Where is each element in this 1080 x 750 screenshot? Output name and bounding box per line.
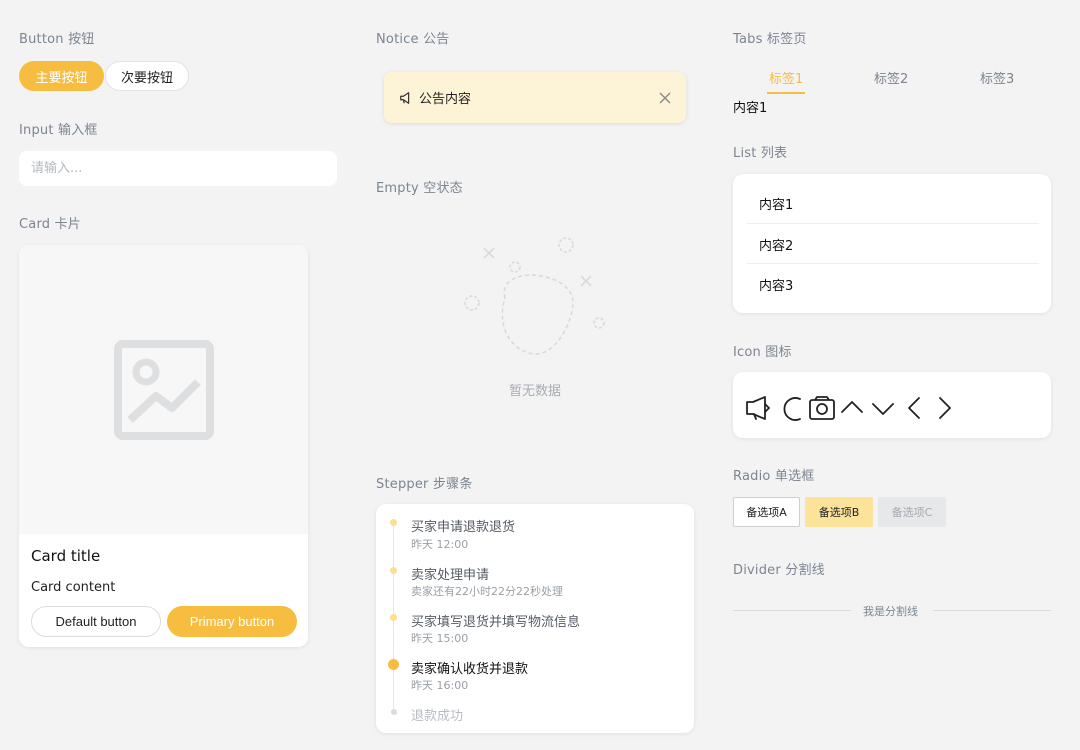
step-dot xyxy=(390,614,397,621)
secondary-button[interactable]: 次要按钮 xyxy=(105,61,189,91)
radio-option-a[interactable]: 备选项A xyxy=(733,497,800,527)
divider-text: 我是分割线 xyxy=(863,605,918,618)
radio-section-title: Radio 单选框 xyxy=(733,469,815,484)
step-subtitle: 昨天 15:00 xyxy=(411,632,469,645)
radio-option-b-selected[interactable]: 备选项B xyxy=(805,497,873,527)
step-subtitle: 昨天 12:00 xyxy=(411,538,469,551)
card-content: Card content xyxy=(31,580,116,595)
chevron-up-icon xyxy=(841,401,863,413)
step-title: 买家填写退货并填写物流信息 xyxy=(411,615,581,630)
primary-button[interactable]: 主要按钮 xyxy=(19,61,104,91)
step-title-active: 卖家确认收货并退款 xyxy=(411,662,529,677)
empty-section-title: Empty 空状态 xyxy=(376,181,463,196)
icon-row xyxy=(746,396,951,421)
megaphone-icon xyxy=(400,91,410,104)
step-title-pending: 退款成功 xyxy=(411,709,464,724)
step-title: 卖家处理申请 xyxy=(411,568,490,583)
divider-section-title: Divider 分割线 xyxy=(733,563,825,578)
list-item[interactable]: 内容2 xyxy=(747,224,1039,264)
list-item[interactable]: 内容1 xyxy=(747,183,1039,223)
button-section-title: Button 按钮 xyxy=(19,32,95,47)
chevron-down-icon xyxy=(872,403,894,415)
tab-panel-content: 内容1 xyxy=(733,101,768,116)
tabs-section-title: Tabs 标签页 xyxy=(733,32,807,47)
card-image-area xyxy=(19,245,308,534)
step-subtitle: 昨天 16:00 xyxy=(411,679,469,692)
divider-line-right xyxy=(933,610,1051,611)
card-section-title: Card 卡片 xyxy=(19,217,81,232)
list-section-title: List 列表 xyxy=(733,146,788,161)
notice-section-title: Notice 公告 xyxy=(376,32,450,47)
card-title: Card title xyxy=(31,547,101,565)
tab-2[interactable]: 标签2 xyxy=(874,68,908,87)
empty-text: 暂无数据 xyxy=(509,384,562,399)
image-placeholder-icon xyxy=(113,339,214,440)
step-title: 买家申请退款退货 xyxy=(411,520,516,535)
megaphone-icon xyxy=(746,396,770,420)
stepper-section-title: Stepper 步骤条 xyxy=(376,477,473,492)
step-dot-pending xyxy=(391,709,397,715)
list-card: 内容1 内容2 内容3 xyxy=(733,174,1051,313)
loading-icon xyxy=(783,397,801,421)
tab-active-underline xyxy=(767,92,805,94)
text-input[interactable] xyxy=(19,151,337,186)
camera-icon xyxy=(809,396,835,420)
step-dot xyxy=(390,519,397,526)
divider-line-left xyxy=(733,610,851,611)
card-component: Card title Card content Default button P… xyxy=(19,245,308,647)
stepper-card: 买家申请退款退货 昨天 12:00 卖家处理申请 卖家还有22小时22分22秒处… xyxy=(376,504,694,733)
step-dot-active xyxy=(388,659,399,670)
input-section-title: Input 输入框 xyxy=(19,123,98,138)
close-icon[interactable] xyxy=(659,92,671,104)
chevron-right-icon xyxy=(939,397,951,419)
step-subtitle: 卖家还有22小时22分22秒处理 xyxy=(411,585,563,598)
notice-bar: 公告内容 xyxy=(384,72,686,123)
radio-option-c-disabled: 备选项C xyxy=(878,497,946,527)
chevron-left-icon xyxy=(908,397,920,419)
card-default-button[interactable]: Default button xyxy=(31,606,161,637)
notice-text: 公告内容 xyxy=(419,92,472,107)
empty-state-illustration xyxy=(464,237,605,355)
icon-card xyxy=(733,372,1051,438)
list-item[interactable]: 内容3 xyxy=(747,264,1039,304)
card-primary-button[interactable]: Primary button xyxy=(167,606,297,637)
tab-3[interactable]: 标签3 xyxy=(980,68,1014,87)
step-dot xyxy=(390,567,397,574)
tab-1[interactable]: 标签1 xyxy=(769,68,803,87)
icon-section-title: Icon 图标 xyxy=(733,345,792,360)
